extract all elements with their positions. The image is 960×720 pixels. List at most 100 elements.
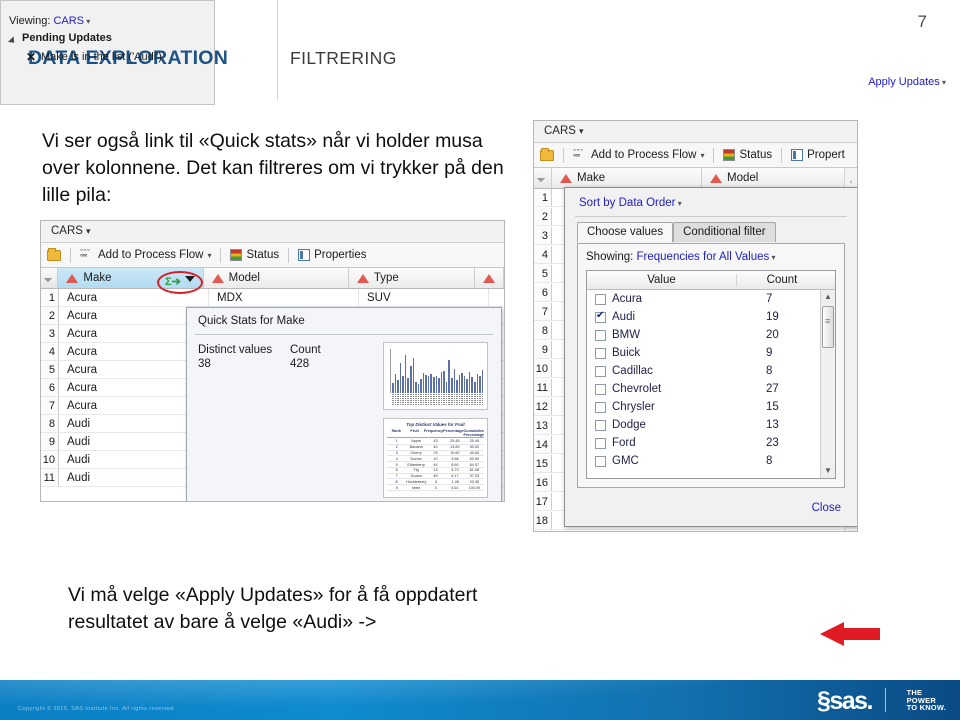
chart-x-tick-labels	[392, 394, 483, 408]
column-header-next[interactable]	[475, 268, 504, 288]
row-number: 16	[534, 474, 552, 491]
add-to-process-flow-button[interactable]: ° ° ° °°° Add to Process Flow ▾	[573, 149, 704, 161]
count-value: 13	[766, 419, 779, 431]
character-type-icon	[211, 273, 224, 284]
tab-conditional-filter[interactable]: Conditional filter	[673, 222, 776, 242]
left-tabstrip[interactable]: CARS ▾	[41, 221, 504, 243]
column-header-make[interactable]: Make	[58, 268, 204, 288]
mini-cell: 6.17	[451, 474, 459, 479]
slide-header: 7 DATA EXPLORATION FILTRERING	[0, 0, 960, 100]
mini-cell: Cherry	[410, 450, 422, 455]
column-header-make[interactable]: Make	[552, 168, 702, 188]
column-header-model[interactable]: Model	[204, 268, 349, 288]
list-item[interactable]: Chrysler 15	[587, 398, 835, 416]
checkbox[interactable]	[595, 437, 606, 449]
count-value: 23	[766, 437, 779, 449]
folder-open-icon[interactable]	[47, 247, 61, 261]
process-flow-icon: ° ° ° °°°	[573, 149, 583, 161]
count-value: 15	[766, 401, 779, 413]
value-label: Chrysler	[612, 401, 655, 413]
status-label: Status	[739, 149, 773, 161]
checkbox[interactable]	[595, 401, 606, 413]
sas-logo: §sas.	[816, 687, 874, 715]
filter-dropdown-caret-icon[interactable]	[185, 276, 195, 282]
mini-cell: Guava	[410, 474, 422, 479]
row-number: 15	[534, 455, 552, 472]
list-item[interactable]: Ford 23	[587, 434, 835, 452]
row-number: 8	[41, 415, 59, 432]
list-item[interactable]: Buick 9	[587, 344, 835, 362]
checkbox[interactable]	[595, 455, 606, 467]
column-header-model[interactable]: Model	[702, 168, 852, 188]
top-distinct-values-header: Rank Fruit Frequency Percentage Cumulati…	[387, 429, 484, 438]
list-item[interactable]: BMW 20	[587, 326, 835, 344]
character-type-icon	[356, 273, 369, 284]
row-number: 10	[41, 451, 59, 468]
quick-stats-bar-chart	[383, 342, 488, 410]
chart-bars	[392, 355, 484, 393]
apply-updates-button[interactable]: Apply Updates ▾	[868, 76, 946, 88]
mini-cell: 81.08	[469, 468, 480, 473]
checkbox[interactable]	[595, 419, 606, 431]
mini-cell: 43	[433, 439, 438, 444]
row-number: 12	[534, 398, 552, 415]
checkbox[interactable]	[595, 365, 606, 377]
column-header-type[interactable]: Type	[349, 268, 475, 288]
checkbox[interactable]	[595, 383, 606, 395]
mini-cell: 7	[395, 474, 398, 479]
showing-value-link[interactable]: Frequencies for All Values	[637, 251, 770, 263]
scroll-down-icon[interactable]: ▼	[821, 464, 835, 478]
add-to-process-flow-button[interactable]: ° ° ° °°° Add to Process Flow ▾	[80, 249, 211, 261]
properties-button[interactable]: Properties	[298, 249, 367, 261]
row-number: 1	[534, 189, 552, 206]
scroll-up-icon[interactable]: ▲	[821, 290, 835, 304]
sort-by-data-order-link[interactable]: Sort by Data Order ▾	[579, 197, 682, 209]
list-item[interactable]: Dodge 13	[587, 416, 835, 434]
filter-list-scrollbar[interactable]: ▲ ▼	[820, 290, 835, 478]
folder-open-icon[interactable]	[540, 147, 554, 161]
mini-cell: 97.03	[469, 474, 480, 479]
character-type-icon	[66, 273, 79, 284]
filter-values-list: Value Count Acura 7 Audi 19 BMW 20 Buick 9 C…	[586, 270, 836, 479]
properties-button[interactable]: Propert	[791, 149, 845, 161]
mini-cell: Fig	[413, 468, 419, 473]
row-number: 5	[534, 265, 552, 282]
status-icon	[230, 249, 243, 261]
sort-filter-arrow-icon[interactable]: Σ➔	[165, 275, 181, 288]
count-value: 8	[766, 365, 773, 377]
list-item[interactable]: GMC 8	[587, 452, 835, 470]
status-button[interactable]: Status	[723, 149, 772, 161]
copyright-text: Copyright © 2015, SAS Institute Inc. All…	[18, 706, 176, 712]
tab-choose-values[interactable]: Choose values	[577, 222, 674, 242]
list-item[interactable]: Cadillac 8	[587, 362, 835, 380]
count-value: 19	[766, 311, 779, 323]
viewing-dataset-link[interactable]: CARS	[53, 15, 84, 27]
row-number: 13	[534, 417, 552, 434]
list-item[interactable]: Audi 19	[587, 308, 835, 326]
value-label: Chevrolet	[612, 383, 662, 395]
scrollbar-thumb[interactable]	[822, 306, 834, 348]
grid-corner-cell[interactable]	[41, 268, 59, 288]
viewing-label: Viewing:	[9, 15, 51, 27]
row-number: 1	[41, 289, 59, 306]
checkbox[interactable]	[595, 329, 606, 341]
right-tabstrip[interactable]: CARS ▾	[534, 121, 857, 143]
close-button[interactable]: Close	[812, 502, 841, 514]
chevron-down-icon: ▾	[578, 126, 584, 136]
column-header-make-label: Make	[83, 272, 112, 284]
list-item[interactable]: Chevrolet 27	[587, 380, 835, 398]
checkbox[interactable]	[595, 310, 606, 323]
checkbox[interactable]	[595, 347, 606, 359]
remove-filter-x-icon[interactable]: ✕	[26, 50, 36, 64]
filter-popup-body: Showing: Frequencies for All Values ▾ Va…	[577, 243, 845, 488]
list-item[interactable]: Acura 7	[587, 290, 835, 308]
table-row[interactable]: 1 Acura MDX SUV	[41, 289, 504, 307]
count-value: 8	[766, 455, 773, 467]
checkbox[interactable]	[595, 293, 606, 305]
row-number: 18	[534, 512, 552, 529]
mini-cell: 8.60	[451, 462, 459, 467]
mini-cell: 49.60	[469, 450, 480, 455]
status-button[interactable]: Status	[230, 249, 279, 261]
mini-col-percentage: Percentage	[443, 429, 464, 433]
grid-corner-cell[interactable]	[534, 168, 552, 188]
